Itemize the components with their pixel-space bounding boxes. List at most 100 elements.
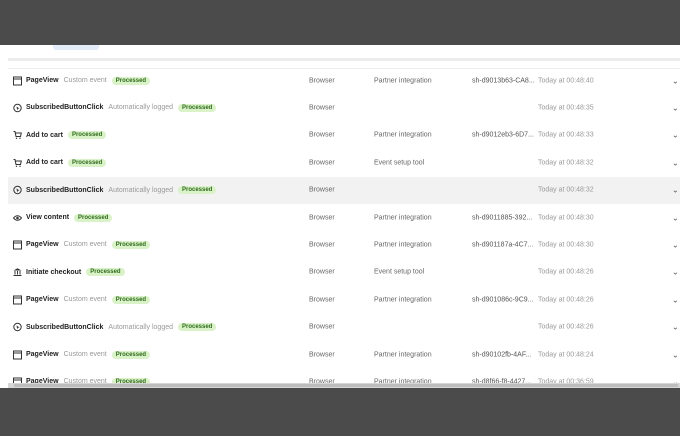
eye-icon xyxy=(13,213,22,222)
source: Event setup tool xyxy=(374,159,425,167)
chevron-down-icon[interactable]: ⌄ xyxy=(672,103,679,112)
page-icon xyxy=(13,350,22,359)
chevron-down-icon[interactable]: ⌄ xyxy=(672,350,679,359)
status-badge: Processed xyxy=(86,268,125,277)
timestamp: Today at 00:48:32 xyxy=(538,159,594,167)
event-id: sh-d90102fb-4AF... xyxy=(472,351,532,358)
active-tab-indicator xyxy=(53,45,99,50)
event-name: Add to cart xyxy=(26,159,63,167)
table-row[interactable]: Add to cart Processed Browser Partner int… xyxy=(8,122,680,149)
event-name: Add to cart xyxy=(26,131,63,139)
source: Partner integration xyxy=(374,77,432,84)
click-icon xyxy=(13,103,22,113)
table-row[interactable]: Initiate checkout Processed Browser Event… xyxy=(8,259,680,286)
cart-icon xyxy=(13,158,22,167)
chevron-down-icon[interactable]: ⌄ xyxy=(672,131,679,140)
page-icon xyxy=(13,240,22,250)
page-icon xyxy=(13,76,22,85)
chevron-down-icon[interactable]: ⌄ xyxy=(672,323,679,332)
chevron-down-icon[interactable]: ⌄ xyxy=(672,268,679,277)
table-row[interactable]: View content Processed Browser Partner in… xyxy=(8,204,680,231)
timestamp: Today at 00:48:30 xyxy=(538,214,594,221)
event-name: View content xyxy=(26,214,70,221)
status-badge: Processed xyxy=(111,76,151,85)
environment: Browser xyxy=(309,241,335,249)
chevron-down-icon[interactable]: ⌄ xyxy=(672,240,679,249)
event-name: PageView xyxy=(26,77,59,84)
scrollbar-thumb[interactable] xyxy=(14,384,678,387)
event-id: sh-d9011885-392... xyxy=(472,214,533,221)
chevron-down-icon[interactable]: ⌄ xyxy=(672,213,679,222)
environment: Browser xyxy=(309,186,335,194)
event-type: Custom event xyxy=(63,296,107,304)
page-icon xyxy=(13,295,22,305)
table-row[interactable]: PageView Custom event Processed Browser Pa… xyxy=(8,341,680,368)
event-name: PageView xyxy=(26,296,59,304)
timestamp: Today at 00:48:35 xyxy=(538,104,594,112)
event-id: sh-d9012eb3-6D7... xyxy=(472,131,534,139)
environment: Browser xyxy=(309,104,335,112)
table-row[interactable]: PageView Custom event Processed Browser Pa… xyxy=(8,231,680,258)
timestamp: Today at 00:48:33 xyxy=(538,131,594,139)
timestamp: Today at 00:48:40 xyxy=(538,77,594,84)
environment: Browser xyxy=(309,268,335,276)
timestamp: Today at 00:48:30 xyxy=(538,241,594,249)
status-badge: Processed xyxy=(178,323,217,332)
timestamp: Today at 00:48:24 xyxy=(538,351,594,358)
table-row[interactable]: PageView Custom event Processed Browser Pa… xyxy=(8,286,680,313)
event-type: Custom event xyxy=(63,77,107,84)
timestamp: Today at 00:48:32 xyxy=(538,186,594,194)
status-badge: Processed xyxy=(178,186,217,195)
chevron-down-icon[interactable]: ⌄ xyxy=(672,186,679,195)
cart-icon xyxy=(13,131,22,140)
source: Partner integration xyxy=(374,241,432,249)
source: Partner integration xyxy=(374,351,432,358)
table-row[interactable]: SubscribedButtonClick Automatically logge… xyxy=(8,314,680,341)
timestamp: Today at 00:48:26 xyxy=(538,268,594,276)
status-badge: Processed xyxy=(111,350,151,359)
event-type: Custom event xyxy=(63,241,107,249)
header-divider xyxy=(8,58,680,61)
table-row[interactable]: SubscribedButtonClick Automatically logge… xyxy=(8,94,680,121)
click-icon xyxy=(13,322,22,332)
bank-icon xyxy=(13,268,22,277)
event-name: PageView xyxy=(26,351,59,358)
environment: Browser xyxy=(309,131,335,139)
chevron-down-icon[interactable]: ⌄ xyxy=(672,295,679,304)
environment: Browser xyxy=(309,77,335,84)
timestamp: Today at 00:48:26 xyxy=(538,296,594,304)
event-id: sh-d901086c-9C9... xyxy=(472,296,534,304)
chevron-down-icon[interactable]: ⌄ xyxy=(672,76,679,85)
event-name: PageView xyxy=(26,241,59,249)
source: Partner integration xyxy=(374,296,432,304)
environment: Browser xyxy=(309,159,335,167)
event-type: Automatically logged xyxy=(108,104,173,112)
click-icon xyxy=(13,185,22,195)
chevron-down-icon[interactable]: ⌄ xyxy=(672,158,679,167)
environment: Browser xyxy=(309,351,335,358)
event-id: sh-d901187a-4C7... xyxy=(472,241,534,249)
table-row[interactable]: Add to cart Processed Browser Event setup… xyxy=(8,149,680,176)
source: Partner integration xyxy=(374,214,432,221)
status-badge: Processed xyxy=(111,295,151,304)
event-type: Automatically logged xyxy=(108,323,173,331)
environment: Browser xyxy=(309,296,335,304)
status-badge: Processed xyxy=(74,213,113,222)
status-badge: Processed xyxy=(178,103,217,112)
table-row[interactable]: PageView Custom event Processed Browser Pa… xyxy=(8,67,680,94)
environment: Browser xyxy=(309,323,335,331)
status-badge: Processed xyxy=(67,131,107,140)
status-badge: Processed xyxy=(67,158,107,167)
event-type: Custom event xyxy=(63,351,107,358)
status-badge: Processed xyxy=(111,240,151,249)
event-name: SubscribedButtonClick xyxy=(26,323,104,331)
top-overlay xyxy=(0,0,680,45)
event-name: SubscribedButtonClick xyxy=(26,186,104,194)
source: Partner integration xyxy=(374,131,432,139)
event-id: sh-d9013b63-CA8... xyxy=(472,77,535,84)
events-panel: PageView Custom event Processed Browser Pa… xyxy=(0,45,680,388)
source: Event setup tool xyxy=(374,268,425,276)
event-type: Automatically logged xyxy=(108,186,173,194)
table-row[interactable]: SubscribedButtonClick Automatically logge… xyxy=(8,176,680,204)
event-name: Initiate checkout xyxy=(26,268,82,276)
